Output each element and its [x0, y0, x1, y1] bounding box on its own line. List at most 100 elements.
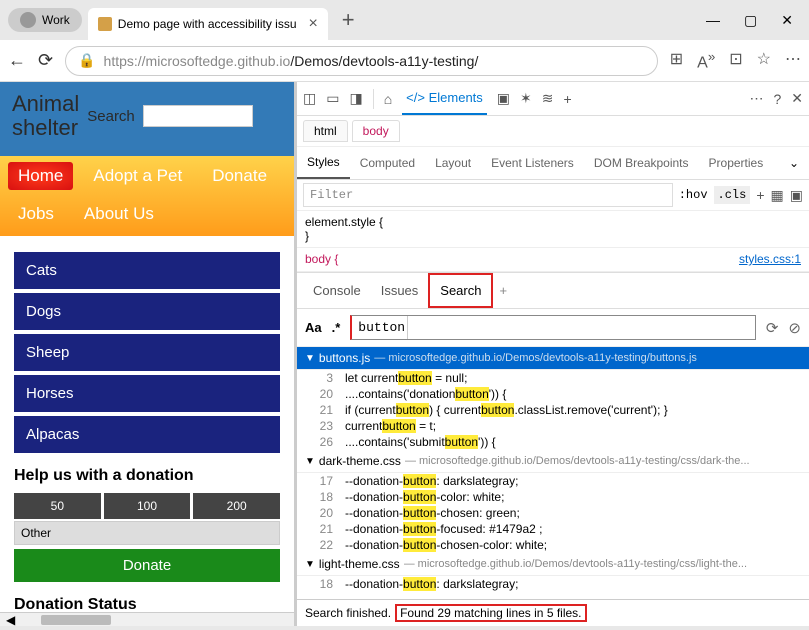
nav-adopt-a-pet[interactable]: Adopt a Pet	[83, 162, 192, 190]
browser-tab[interactable]: Demo page with accessibility issu ×	[88, 8, 328, 40]
favicon-icon	[98, 17, 112, 31]
clear-search-icon[interactable]: ⊘	[788, 319, 801, 337]
styles-tab-computed[interactable]: Computed	[350, 148, 425, 178]
animal-alpacas[interactable]: Alpacas	[14, 416, 280, 453]
result-file-header[interactable]: ▼ buttons.js — microsoftedge.github.io/D…	[297, 347, 809, 370]
search-input[interactable]: button	[350, 315, 756, 340]
devtools-panel: ◫ ▭ ◨ ⌂ </> Elements ▣ ✶ ≋ + ⋯ ? ✕ html …	[294, 82, 809, 626]
close-window-button[interactable]: ✕	[781, 12, 793, 29]
help-icon[interactable]: ?	[773, 91, 781, 107]
result-line[interactable]: 23currentbutton = t;	[297, 418, 809, 434]
nav-donate[interactable]: Donate	[202, 162, 277, 190]
search-input[interactable]	[143, 105, 253, 127]
flex-icon[interactable]: ▦	[771, 187, 784, 204]
search-label: Search	[87, 108, 135, 125]
device-icon[interactable]: ▭	[326, 90, 339, 107]
welcome-icon[interactable]: ⌂	[384, 91, 392, 107]
refresh-button[interactable]: ⟳	[38, 50, 53, 71]
dock-icon[interactable]: ◨	[349, 90, 362, 107]
result-line[interactable]: 20....contains('donationbutton')) {	[297, 386, 809, 402]
console-tab-icon[interactable]: ▣	[497, 90, 510, 107]
amount-100[interactable]: 100	[104, 493, 191, 519]
styles-tab-layout[interactable]: Layout	[425, 148, 481, 178]
drawer-tab-search[interactable]: Search	[428, 273, 493, 308]
animal-dogs[interactable]: Dogs	[14, 293, 280, 330]
computed-icon[interactable]: ▣	[790, 187, 803, 204]
amount-200[interactable]: 200	[193, 493, 280, 519]
favorite-icon[interactable]: ☆	[757, 49, 771, 72]
result-file-header[interactable]: ▼ light-theme.css — microsoftedge.github…	[297, 553, 809, 576]
sources-icon[interactable]: ✶	[520, 90, 532, 107]
regex-toggle[interactable]: .*	[332, 320, 341, 335]
read-aloud-icon[interactable]: A»	[697, 49, 715, 72]
result-line[interactable]: 21if (currentbutton) { currentbutton.cla…	[297, 402, 809, 418]
more-tabs-icon[interactable]: +	[564, 91, 572, 107]
styles-more-icon[interactable]: ⌄	[779, 148, 809, 178]
nav-home[interactable]: Home	[8, 162, 73, 190]
more-icon[interactable]: ⋯	[749, 90, 763, 107]
drawer-tab-issues[interactable]: Issues	[371, 275, 429, 306]
result-line[interactable]: 21--donation-button-focused: #1479a2 ;	[297, 521, 809, 537]
page-content: Animalshelter Search Home Adopt a Pet Dona…	[0, 82, 294, 626]
crumb-html[interactable]: html	[303, 120, 348, 142]
donate-button[interactable]: Donate	[14, 549, 280, 582]
styles-filter-row: Filter :hov .cls + ▦ ▣	[297, 180, 809, 211]
match-case-toggle[interactable]: Aa	[305, 320, 322, 335]
menu-icon[interactable]: ⋯	[785, 49, 801, 72]
page-header: Animalshelter Search	[0, 82, 294, 156]
search-bar: Aa .* button ⟳ ⊘	[297, 309, 809, 347]
tab-close-icon[interactable]: ×	[308, 15, 317, 33]
result-count: Found 29 matching lines in 5 files.	[395, 604, 586, 622]
breadcrumb: html body	[297, 116, 809, 147]
animal-cats[interactable]: Cats	[14, 252, 280, 289]
close-devtools-icon[interactable]: ✕	[791, 90, 803, 107]
elements-tab[interactable]: </> Elements	[402, 82, 487, 115]
amount-50[interactable]: 50	[14, 493, 101, 519]
inspect-icon[interactable]: ◫	[303, 90, 316, 107]
network-icon[interactable]: ≋	[542, 90, 554, 107]
result-line[interactable]: 18--donation-button-color: white;	[297, 489, 809, 505]
refresh-search-icon[interactable]: ⟳	[766, 319, 779, 337]
devtools-toolbar: ◫ ▭ ◨ ⌂ </> Elements ▣ ✶ ≋ + ⋯ ? ✕	[297, 82, 809, 116]
styles-tab-event-listeners[interactable]: Event Listeners	[481, 148, 584, 178]
main-nav: Home Adopt a Pet Donate Jobs About Us	[0, 156, 294, 236]
nav-about-us[interactable]: About Us	[74, 200, 164, 228]
result-line[interactable]: 3let currentbutton = null;	[297, 370, 809, 386]
result-file-header[interactable]: ▼ dark-theme.css — microsoftedge.github.…	[297, 450, 809, 473]
work-label: Work	[42, 13, 70, 27]
collections-icon[interactable]: ⊡	[729, 49, 742, 72]
other-amount-input[interactable]: Other	[14, 521, 280, 545]
drawer-add-icon[interactable]: +	[493, 275, 513, 306]
source-link[interactable]: styles.css:1	[739, 252, 801, 266]
search-results: ▼ buttons.js — microsoftedge.github.io/D…	[297, 347, 809, 599]
filter-input[interactable]: Filter	[303, 183, 673, 207]
app-icon[interactable]: ⊞	[670, 49, 683, 72]
status-bar: Search finished. Found 29 matching lines…	[297, 599, 809, 626]
animal-horses[interactable]: Horses	[14, 375, 280, 412]
styles-tab-dom-breakpoints[interactable]: DOM Breakpoints	[584, 148, 699, 178]
drawer-tabs: ConsoleIssuesSearch+	[297, 272, 809, 309]
minimize-button[interactable]: —	[706, 12, 720, 29]
drawer-tab-console[interactable]: Console	[303, 275, 371, 306]
result-line[interactable]: 18--donation-button: darkslategray;	[297, 576, 809, 592]
url-input[interactable]: 🔒 https://microsoftedge.github.io/Demos/…	[65, 46, 658, 76]
result-line[interactable]: 17--donation-button: darkslategray;	[297, 473, 809, 489]
lock-icon: 🔒	[78, 52, 95, 69]
result-line[interactable]: 22--donation-button-chosen-color: white;	[297, 537, 809, 553]
back-button[interactable]: ←	[8, 50, 26, 71]
new-tab-button[interactable]: +	[342, 7, 355, 33]
result-line[interactable]: 26....contains('submitbutton')) {	[297, 434, 809, 450]
styles-tab-properties[interactable]: Properties	[699, 148, 774, 178]
animal-sheep[interactable]: Sheep	[14, 334, 280, 371]
add-rule-icon[interactable]: +	[756, 187, 764, 203]
styles-tab-styles[interactable]: Styles	[297, 147, 350, 179]
horizontal-scrollbar[interactable]: ◀	[0, 612, 294, 626]
maximize-button[interactable]: ▢	[744, 12, 757, 29]
donation-heading: Help us with a donation	[14, 467, 280, 485]
crumb-body[interactable]: body	[352, 120, 400, 142]
cls-toggle[interactable]: .cls	[714, 186, 751, 204]
nav-jobs[interactable]: Jobs	[8, 200, 64, 228]
hov-toggle[interactable]: :hov	[679, 188, 708, 202]
work-profile-pill[interactable]: Work	[8, 8, 82, 32]
result-line[interactable]: 20--donation-button-chosen: green;	[297, 505, 809, 521]
